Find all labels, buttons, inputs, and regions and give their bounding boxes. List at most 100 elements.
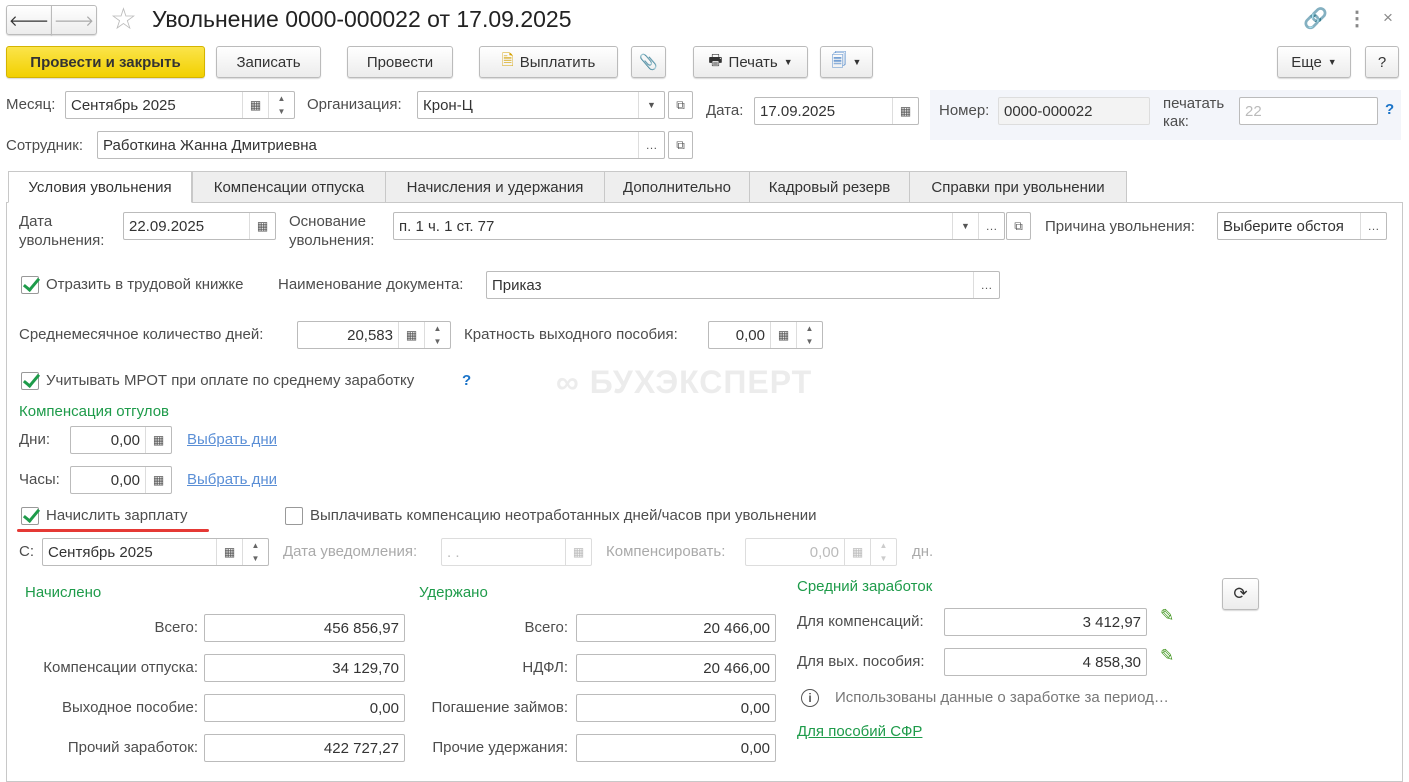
dropdown-arrow-icon[interactable]: ▼ (952, 213, 978, 239)
open-employee-button[interactable]: ⧉ (668, 131, 693, 159)
pencil-edit-icon[interactable]: ✎ (1160, 606, 1174, 626)
more-button[interactable]: Еще ▼ (1277, 46, 1351, 78)
help-label: ? (1377, 53, 1387, 71)
avg-earnings-title: Средний заработок (797, 578, 933, 595)
tab-dismissal-certificates[interactable]: Справки при увольнении (909, 171, 1127, 203)
calculator-icon[interactable]: ▦ (770, 322, 796, 348)
basis-value: п. 1 ч. 1 ст. 77 (399, 217, 495, 235)
notice-date-value: . . (447, 543, 460, 561)
calendar-icon[interactable]: ▦ (242, 92, 268, 118)
tab-personnel-reserve[interactable]: Кадровый резерв (749, 171, 910, 203)
hours-value: 0,00 (110, 471, 140, 489)
choose-days-link-hours[interactable]: Выбрать дни (187, 471, 277, 488)
accrue-salary-checkbox[interactable] (21, 507, 39, 525)
tab-additional[interactable]: Дополнительно (604, 171, 750, 203)
avg-days-field[interactable]: 20,583 ▦ ▲ ▼ (297, 321, 451, 349)
pay-button[interactable]: 🗎 Выплатить (479, 46, 618, 78)
basis-field[interactable]: п. 1 ч. 1 ст. 77 ▼… (393, 212, 1005, 240)
mrot-checkbox[interactable] (21, 372, 39, 390)
calculator-icon[interactable]: ▦ (844, 539, 870, 565)
accrued-severance-label: Выходное пособие: (62, 699, 198, 716)
help-icon[interactable]: ? (462, 372, 471, 389)
back-button[interactable]: 🡐 (6, 5, 52, 35)
post-and-close-button[interactable]: Провести и закрыть (6, 46, 205, 78)
days-label: Дни: (19, 431, 50, 448)
calculator-icon[interactable]: ▦ (398, 322, 424, 348)
dismissal-date-field[interactable]: 22.09.2025 ▦ (123, 212, 276, 240)
post-button[interactable]: Провести (347, 46, 453, 78)
refresh-icon: ⟳ (1233, 584, 1248, 603)
date-field[interactable]: 17.09.2025 ▦ (754, 97, 919, 125)
organization-field[interactable]: Крон-Ц ▼ (417, 91, 665, 119)
calendar-icon[interactable]: ▦ (216, 539, 242, 565)
select-ellipsis-button[interactable]: … (638, 132, 664, 158)
withheld-ndfl-field: 20 466,00 (576, 654, 776, 682)
sev-avg-field: 4 858,30 (944, 648, 1147, 676)
create-based-on-button[interactable]: 🗐 ▼ (820, 46, 873, 78)
help-icon[interactable]: ? (1385, 101, 1394, 118)
save-button[interactable]: Записать (216, 46, 321, 78)
compensate-label: Компенсировать: (606, 543, 726, 560)
attach-button[interactable]: 📎 (631, 46, 666, 78)
help-button[interactable]: ? (1365, 46, 1399, 78)
days-field[interactable]: 0,00 ▦ (70, 426, 172, 454)
print-button[interactable]: 🖶 Печать ▼ (693, 46, 808, 78)
workbook-checkbox[interactable] (21, 276, 39, 294)
payment-document-icon: 🗎 (501, 51, 514, 69)
calculator-icon[interactable]: ▦ (145, 427, 171, 453)
tab-dismissal-conditions[interactable]: Условия увольнения (8, 171, 192, 203)
calendar-icon[interactable]: ▦ (565, 539, 591, 565)
month-field[interactable]: Сентябрь 2025 ▦ ▲ ▼ (65, 91, 295, 119)
reason-field[interactable]: Выберите обстоя… (1217, 212, 1387, 240)
employee-field[interactable]: Работкина Жанна Дмитриевна… (97, 131, 665, 159)
dismissal-date-value: 22.09.2025 (129, 217, 205, 235)
calculator-icon[interactable]: ▦ (145, 467, 171, 493)
close-icon[interactable]: × (1383, 8, 1393, 28)
pay-label: Выплатить (519, 53, 596, 71)
more-vertical-icon[interactable]: ⋮ (1347, 6, 1367, 31)
forward-button[interactable]: 🡒 (51, 5, 97, 35)
dismissal-date-label: Дата увольнения: (19, 213, 105, 249)
number-field[interactable]: 0000-000022 (998, 97, 1150, 125)
select-ellipsis-button[interactable]: … (978, 213, 1004, 239)
tab-vacation-compensation[interactable]: Компенсации отпуска (192, 171, 386, 203)
compensate-field[interactable]: 0,00 ▦ ▲ ▼ (745, 538, 897, 566)
calendar-icon[interactable]: ▦ (892, 98, 918, 124)
favorite-star-icon[interactable]: ☆ (110, 2, 137, 37)
print-as-field[interactable]: 22 (1239, 97, 1378, 125)
accrued-total-value: 456 856,97 (323, 619, 399, 637)
date-label: Дата: (706, 102, 744, 119)
chevron-down-icon: ▼ (783, 57, 793, 67)
sfr-benefits-link[interactable]: Для пособий СФР (797, 723, 922, 740)
severance-mult-spinner[interactable]: ▲ ▼ (796, 322, 822, 348)
withheld-loans-field: 0,00 (576, 694, 776, 722)
severance-mult-value: 0,00 (735, 326, 765, 344)
dropdown-arrow-icon[interactable]: ▼ (638, 92, 664, 118)
accrued-severance-field: 0,00 (204, 694, 405, 722)
notice-date-field[interactable]: . . ▦ (441, 538, 592, 566)
doc-name-field[interactable]: Приказ… (486, 271, 1000, 299)
hours-field[interactable]: 0,00 ▦ (70, 466, 172, 494)
open-organization-button[interactable]: ⧉ (668, 91, 693, 119)
refresh-button[interactable]: ⟳ (1222, 578, 1259, 610)
from-spinner[interactable]: ▲ ▼ (242, 539, 268, 565)
from-field[interactable]: Сентябрь 2025 ▦ ▲ ▼ (42, 538, 269, 566)
month-value: Сентябрь 2025 (71, 96, 176, 114)
calendar-icon[interactable]: ▦ (249, 213, 275, 239)
pay-compensation-checkbox[interactable] (285, 507, 303, 525)
select-ellipsis-button[interactable]: … (973, 272, 999, 298)
open-basis-button[interactable]: ⧉ (1006, 212, 1031, 240)
select-ellipsis-button[interactable]: … (1360, 213, 1386, 239)
export-document-icon: 🗐 (831, 51, 847, 69)
tab-accruals-deductions[interactable]: Начисления и удержания (385, 171, 605, 203)
link-icon[interactable]: 🔗 (1303, 6, 1328, 31)
pencil-edit-icon[interactable]: ✎ (1160, 646, 1174, 666)
choose-days-link[interactable]: Выбрать дни (187, 431, 277, 448)
compensate-spinner[interactable]: ▲ ▼ (870, 539, 896, 565)
withheld-ndfl-label: НДФЛ: (522, 659, 568, 676)
month-spinner[interactable]: ▲ ▼ (268, 92, 294, 118)
accrued-title: Начислено (25, 584, 102, 601)
severance-mult-field[interactable]: 0,00 ▦ ▲ ▼ (708, 321, 823, 349)
avg-days-spinner[interactable]: ▲ ▼ (424, 322, 450, 348)
accrued-vacation-value: 34 129,70 (332, 659, 399, 677)
